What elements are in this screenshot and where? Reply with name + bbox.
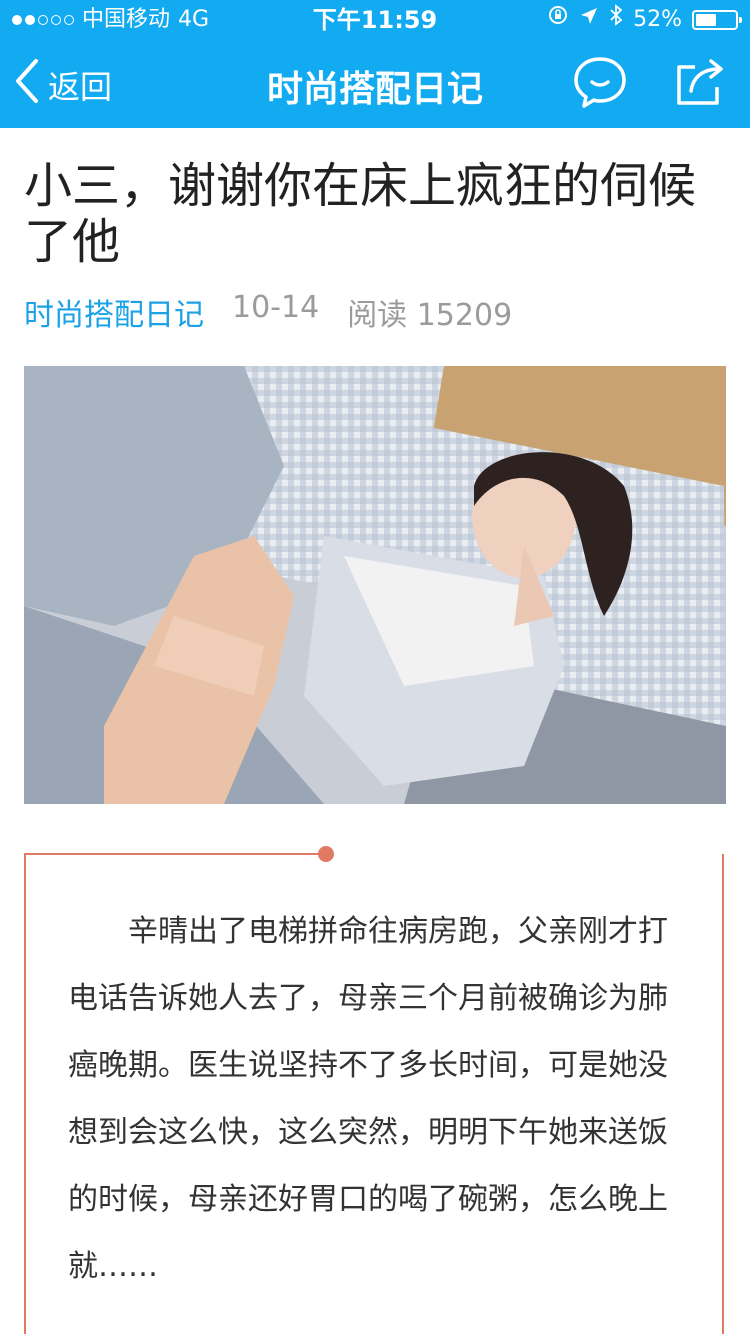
share-button[interactable]: [672, 56, 728, 112]
source-link[interactable]: 时尚搭配日记: [24, 290, 204, 334]
status-bar: 中国移动 4G 下午11:59 52%: [0, 0, 750, 40]
battery-icon: [692, 10, 742, 30]
comment-button[interactable]: [572, 56, 628, 112]
share-icon: [673, 57, 727, 111]
bluetooth-icon: [609, 0, 623, 40]
photo-illustration: [24, 366, 726, 804]
card-divider: [24, 853, 324, 855]
excerpt-paragraph: 辛晴出了电梯拼命往病房跑，父亲刚才打电话告诉她人去了，母亲三个月前被确诊为肺癌晚…: [68, 914, 668, 1284]
location-icon: [579, 0, 599, 40]
status-right: 52%: [547, 0, 742, 40]
excerpt-card: 辛晴出了电梯拼命往病房跑，父亲刚才打电话告诉她人去了，母亲三个月前被确诊为肺癌晚…: [24, 846, 724, 1334]
chat-bubble-icon: [572, 55, 628, 113]
article-title: 小三，谢谢你在床上疯狂的伺候了他: [24, 158, 697, 270]
article-meta: 时尚搭配日记 10-14 阅读 15209: [24, 290, 512, 334]
nav-actions: [572, 56, 728, 112]
battery-level: [696, 14, 716, 26]
navigation-bar: 返回 时尚搭配日记: [0, 40, 750, 128]
read-count: 阅读 15209: [347, 298, 513, 333]
publish-date: 10-14: [232, 290, 320, 325]
card-decoration-dot: [318, 846, 334, 862]
article-photo: [24, 366, 726, 804]
rotation-lock-icon: [547, 0, 569, 40]
header: 中国移动 4G 下午11:59 52% 返回 时尚搭配日记: [0, 0, 750, 128]
battery-percent: 52%: [633, 7, 682, 32]
